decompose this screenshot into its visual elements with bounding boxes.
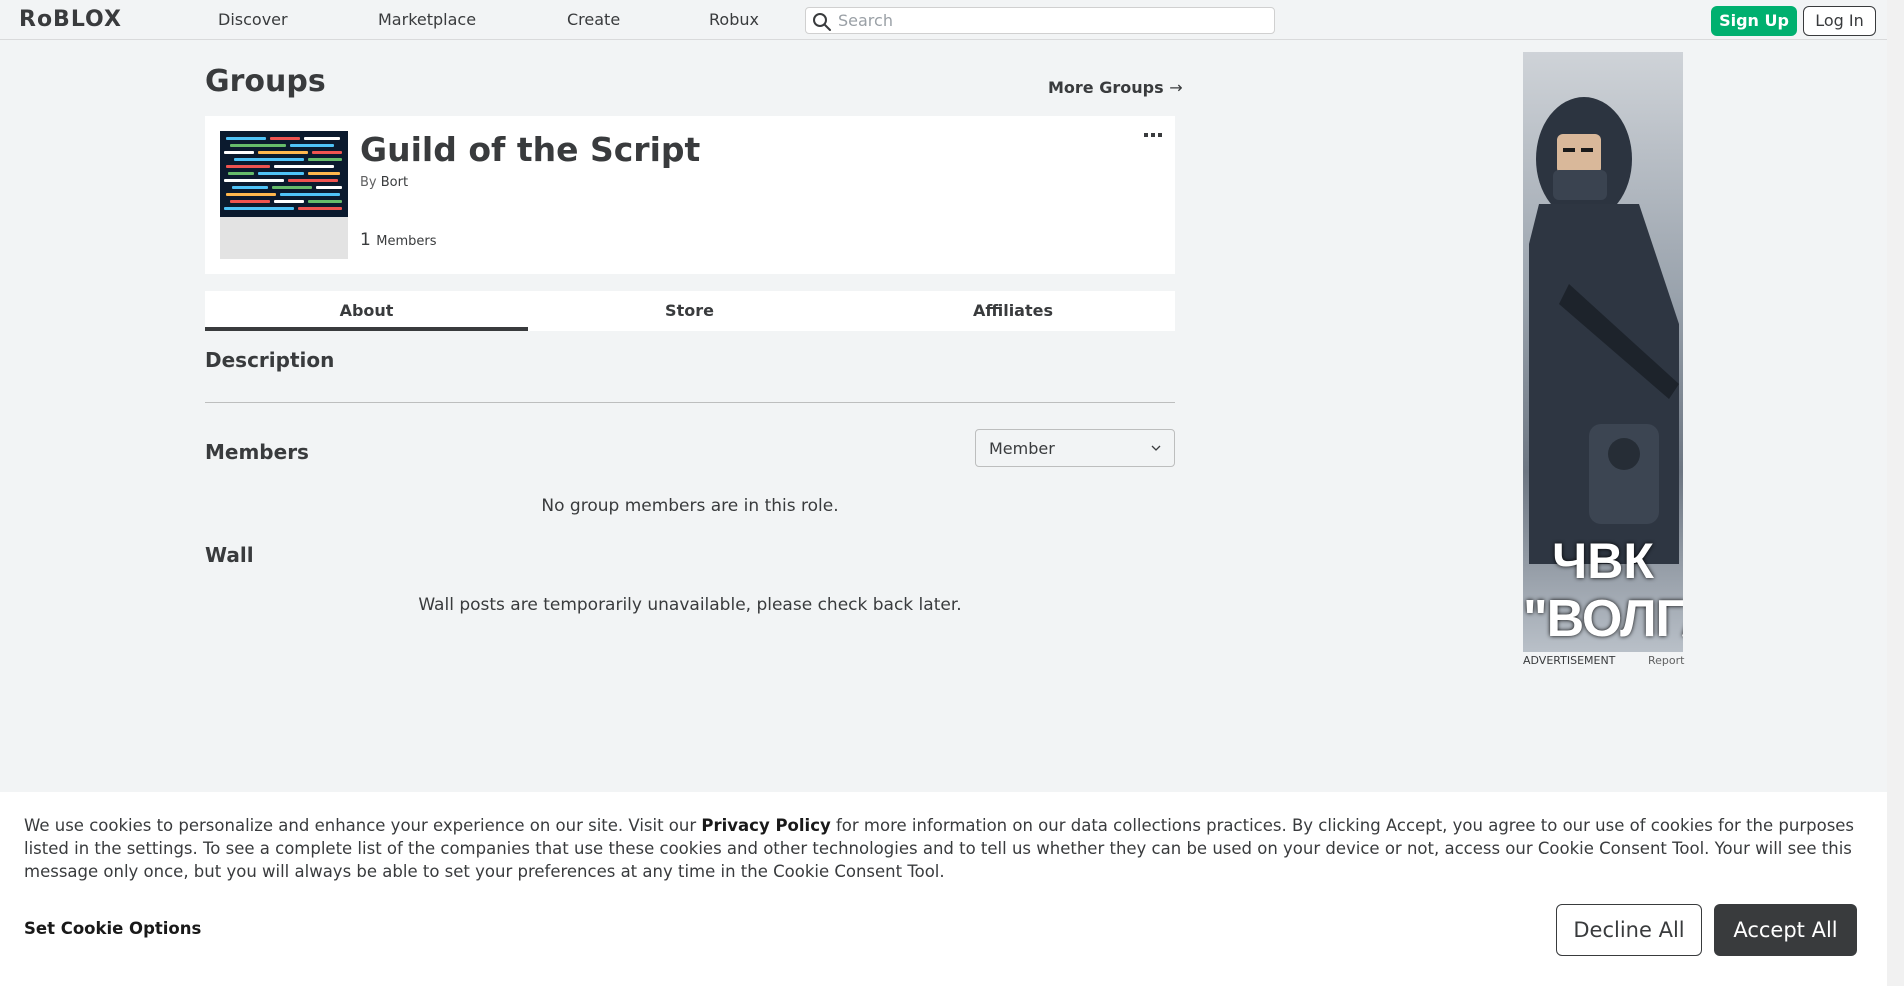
by-label: By <box>360 175 377 190</box>
arrow-right-icon: → <box>1169 78 1183 97</box>
ad-report-link[interactable]: Report <box>1648 654 1684 667</box>
privacy-policy-link[interactable]: Privacy Policy <box>701 816 830 835</box>
code-screen-image <box>220 131 348 217</box>
advertisement-banner[interactable]: ЧВК "ВОЛГА" <box>1523 52 1683 652</box>
role-dropdown-value: Member <box>989 439 1055 458</box>
nav-robux[interactable]: Robux <box>709 10 759 29</box>
ad-text-line2: "ВОЛГА" <box>1523 590 1683 648</box>
top-navigation-bar: RᴏBLOX Discover Marketplace Create Robux… <box>0 0 1887 40</box>
cookie-text-start: We use cookies to personalize and enhanc… <box>24 816 702 835</box>
member-count-label: Members <box>376 234 437 249</box>
wall-unavailable-message: Wall posts are temporarily unavailable, … <box>418 595 962 615</box>
ad-text-line1: ЧВК <box>1552 533 1654 589</box>
more-groups-link[interactable]: More Groups → <box>1048 78 1183 97</box>
members-heading: Members <box>205 440 309 464</box>
cookie-message: We use cookies to personalize and enhanc… <box>24 814 1864 883</box>
tab-store[interactable]: Store <box>528 291 851 331</box>
more-options-icon[interactable] <box>1143 130 1163 140</box>
soldier-illustration <box>1529 97 1679 564</box>
set-cookie-options-link[interactable]: Set Cookie Options <box>24 919 201 938</box>
member-count: 1 Members <box>360 230 436 250</box>
role-dropdown[interactable]: Member <box>975 429 1175 467</box>
search-input[interactable] <box>838 10 1258 31</box>
search-icon <box>813 13 831 31</box>
roblox-logo[interactable]: RᴏBLOX <box>19 8 122 32</box>
search-box[interactable] <box>805 7 1275 34</box>
tab-about[interactable]: About <box>205 291 528 331</box>
advertisement-label: ADVERTISEMENT <box>1523 654 1616 667</box>
sign-up-button[interactable]: Sign Up <box>1711 6 1797 36</box>
more-groups-label: More Groups <box>1048 78 1164 97</box>
page-title: Groups <box>205 64 326 99</box>
vertical-scrollbar[interactable] <box>1887 0 1904 986</box>
owner-link[interactable]: Bort <box>381 175 408 190</box>
nav-create[interactable]: Create <box>567 10 620 29</box>
group-owner: By Bort <box>360 175 408 190</box>
member-count-value: 1 <box>360 230 371 250</box>
nav-discover[interactable]: Discover <box>218 10 288 29</box>
chevron-down-icon <box>1151 445 1161 451</box>
nav-marketplace[interactable]: Marketplace <box>378 10 476 29</box>
ad-text: ЧВК "ВОЛГА" <box>1523 532 1683 648</box>
log-in-button[interactable]: Log In <box>1803 6 1876 36</box>
tab-affiliates[interactable]: Affiliates <box>851 291 1175 331</box>
group-emblem <box>220 131 348 259</box>
decline-all-button[interactable]: Decline All <box>1556 904 1702 956</box>
group-tabs: About Store Affiliates <box>205 291 1175 331</box>
accept-all-button[interactable]: Accept All <box>1714 904 1857 956</box>
cookie-consent-banner: We use cookies to personalize and enhanc… <box>0 792 1887 986</box>
description-heading: Description <box>205 348 335 372</box>
group-header-card: Guild of the Script By Bort 1 Members <box>205 116 1175 274</box>
members-empty-message: No group members are in this role. <box>541 496 839 516</box>
section-divider <box>205 402 1175 403</box>
logo-text: RᴏBLOX <box>19 7 122 32</box>
group-name: Guild of the Script <box>360 130 701 169</box>
wall-heading: Wall <box>205 543 254 567</box>
